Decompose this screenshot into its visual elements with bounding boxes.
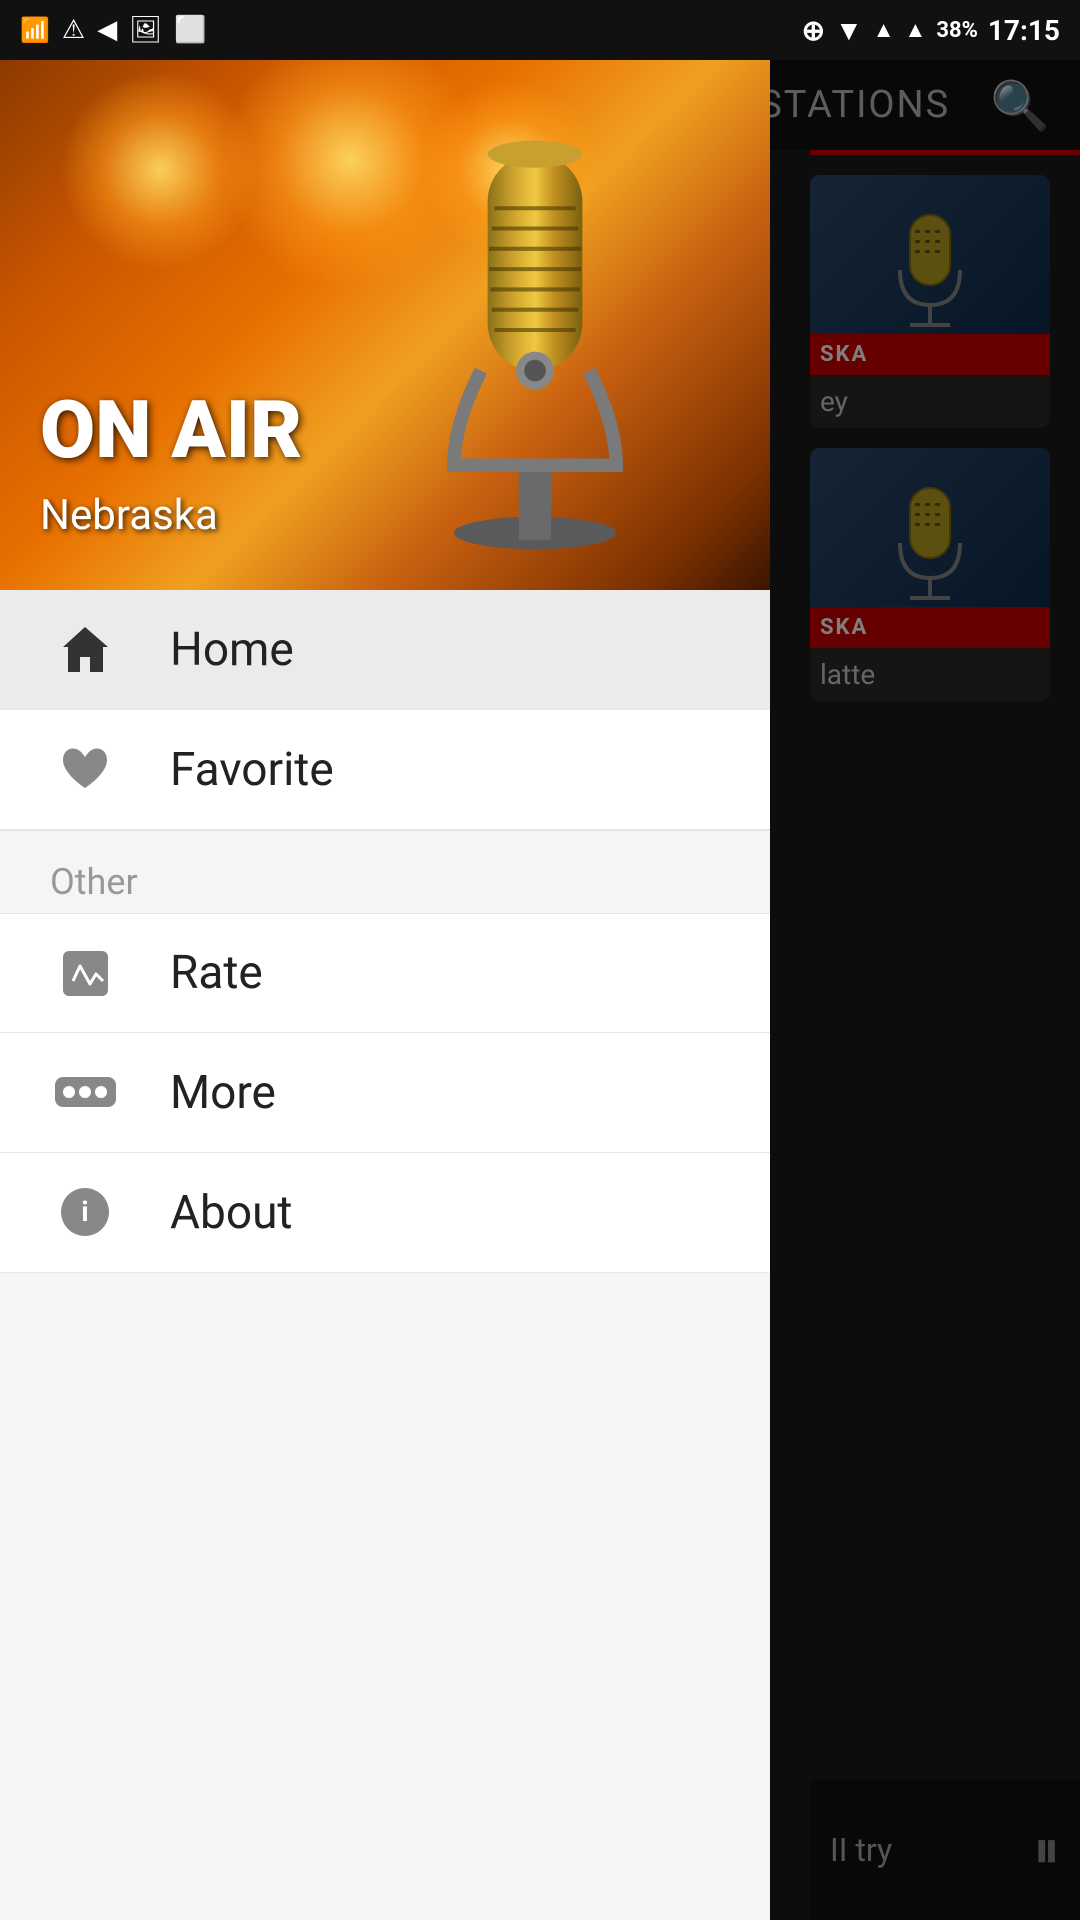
nav-item-rate[interactable]: Rate <box>0 913 770 1033</box>
svg-text:i: i <box>81 1195 88 1228</box>
on-air-text: ON AIR <box>40 390 302 470</box>
microphone-image <box>360 90 710 570</box>
rate-label: Rate <box>170 946 263 1000</box>
status-icons: 📶 ⚠ ◀ 🖼 ⬜ <box>20 15 207 45</box>
square-icon: ⬜ <box>174 15 206 45</box>
add-circle-icon: ⊕ <box>802 14 825 47</box>
heart-icon <box>50 735 120 805</box>
nav-section: Home Favorite Other Rate <box>0 590 770 1920</box>
overlay-dim[interactable] <box>770 60 1080 1920</box>
hero-banner: ON AIR Nebraska <box>0 60 770 590</box>
nav-item-more[interactable]: More <box>0 1033 770 1153</box>
more-label: More <box>170 1066 276 1120</box>
navigation-drawer: ON AIR Nebraska Home Favorite Other <box>0 60 770 1920</box>
favorite-label: Favorite <box>170 743 334 797</box>
home-icon <box>50 615 120 685</box>
status-bar: 📶 ⚠ ◀ 🖼 ⬜ ⊕ ▼ ▲ ▲ 38% 17:15 <box>0 0 1080 60</box>
mic-svg <box>395 100 675 560</box>
signal2-icon: ▲ <box>905 17 927 43</box>
clock: 17:15 <box>988 14 1060 47</box>
nav-item-about[interactable]: i About <box>0 1153 770 1273</box>
wifi-icon: ▼ <box>835 14 863 47</box>
battery-level: 38% <box>936 18 978 43</box>
status-right-info: ⊕ ▼ ▲ ▲ 38% 17:15 <box>802 14 1060 47</box>
image-icon: 🖼 <box>129 15 162 45</box>
back-icon: ◀ <box>97 15 117 45</box>
home-label: Home <box>170 623 294 677</box>
other-section-header: Other <box>0 831 770 913</box>
nav-item-favorite[interactable]: Favorite <box>0 710 770 830</box>
hero-station-name: Nebraska <box>40 491 218 540</box>
alert-icon: ⚠ <box>62 15 85 45</box>
info-icon: i <box>50 1178 120 1248</box>
more-icon <box>50 1058 120 1128</box>
signal1-icon: ▲ <box>873 17 895 43</box>
signal-icon: 📶 <box>20 16 50 44</box>
about-label: About <box>170 1186 292 1240</box>
rate-icon <box>50 938 120 1008</box>
nav-item-home[interactable]: Home <box>0 590 770 710</box>
